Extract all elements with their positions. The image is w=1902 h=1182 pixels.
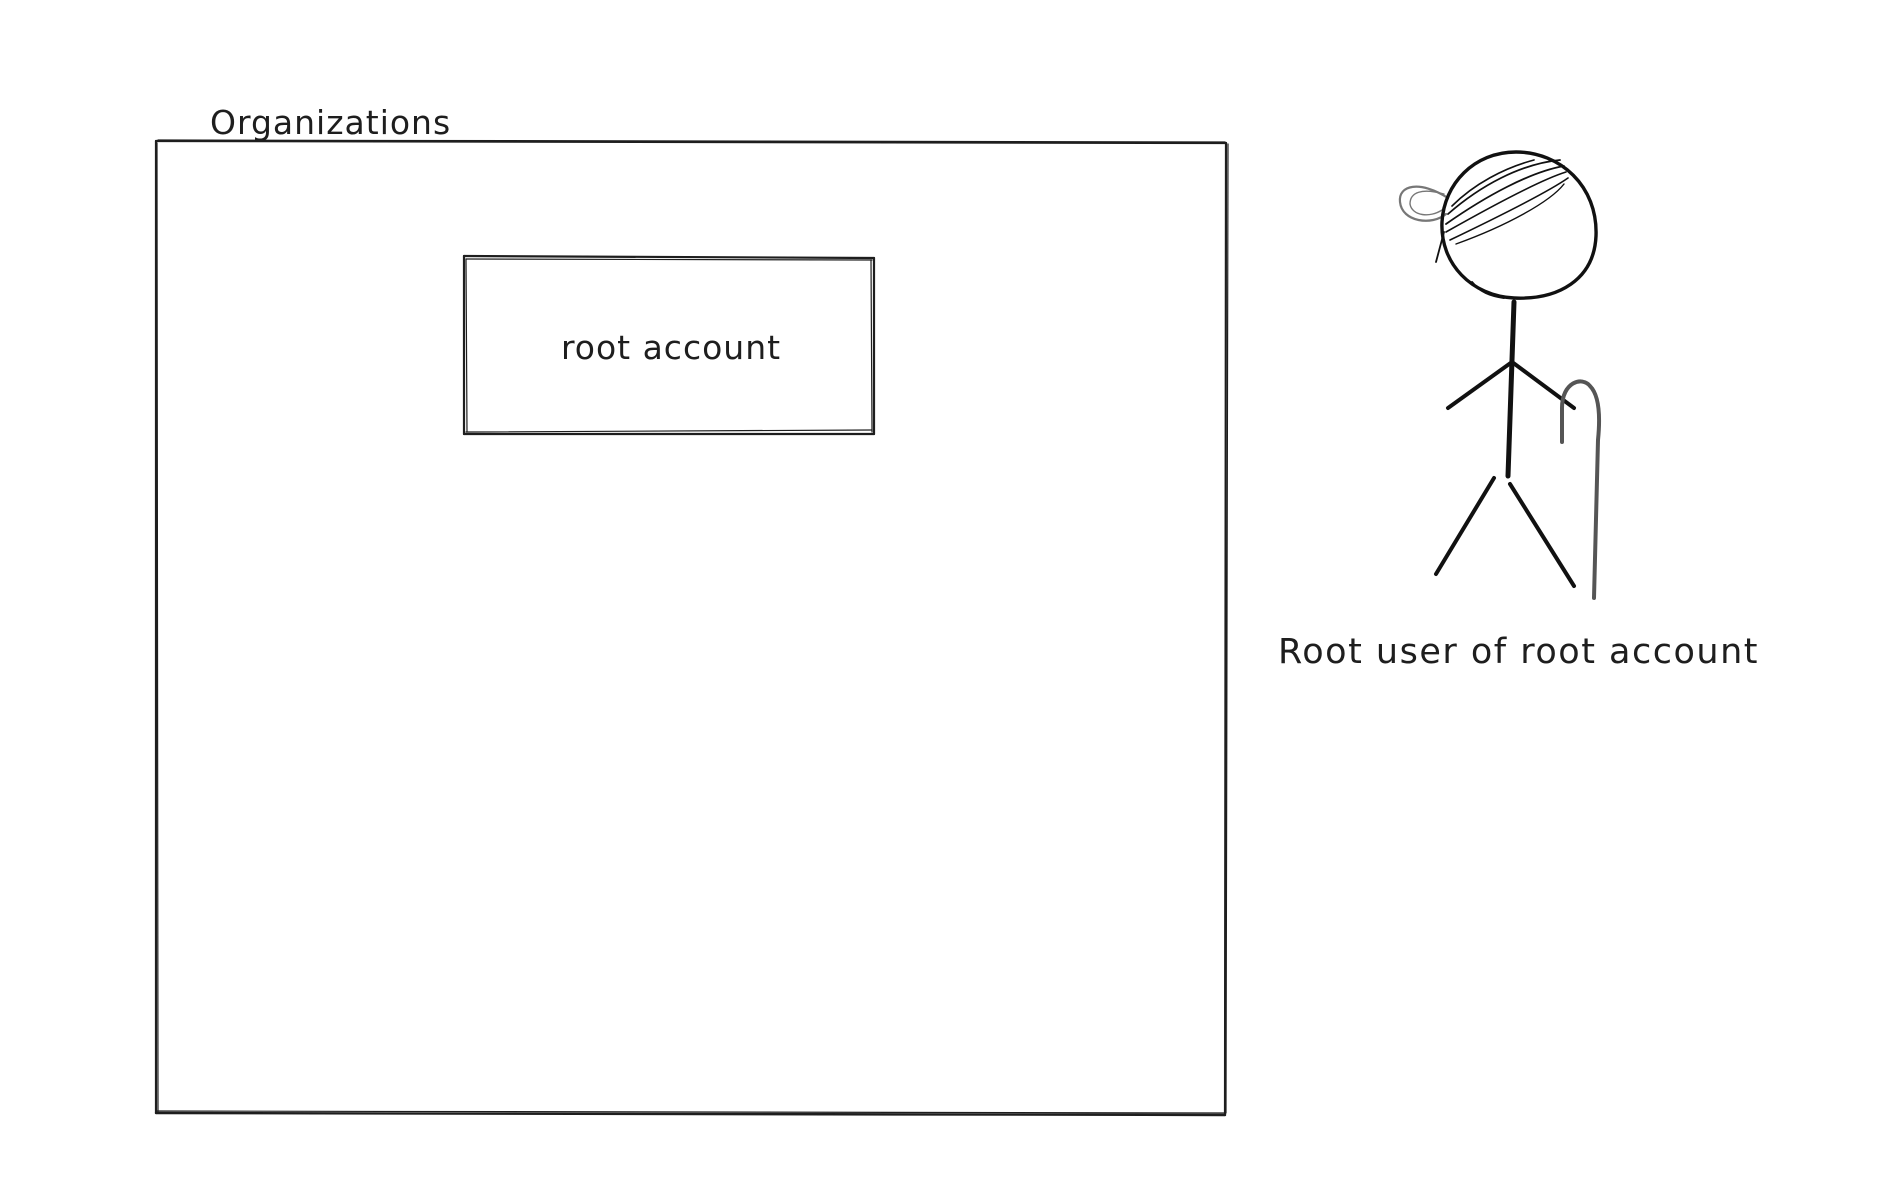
organizations-label: Organizations (210, 103, 452, 142)
organizations-container[interactable] (154, 139, 1229, 1117)
root-account-label: root account (560, 328, 782, 367)
diagram-canvas (154, 139, 1601, 1117)
root-user-label: Root user of root account (1278, 632, 1759, 672)
stick-figure-with-cane-icon (1398, 150, 1601, 600)
